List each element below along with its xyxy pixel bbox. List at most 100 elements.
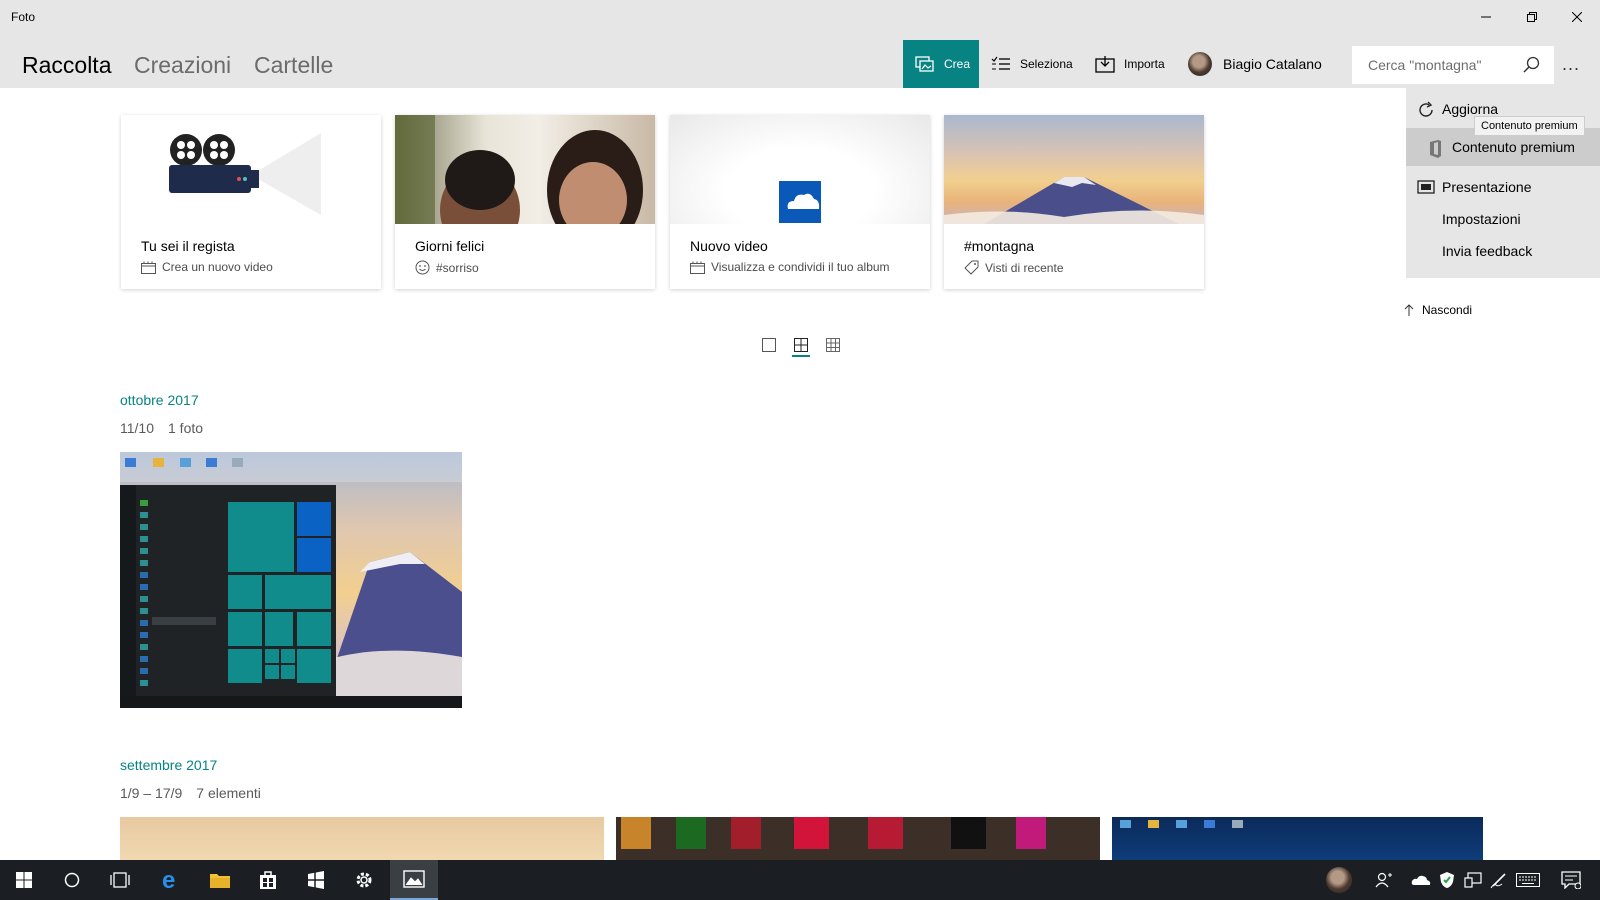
more-options-button[interactable]: ... (1562, 54, 1580, 75)
close-icon (1572, 12, 1582, 22)
menu-item-invia-feedback[interactable]: Invia feedback (1406, 232, 1600, 270)
view-medium-button[interactable] (792, 338, 810, 357)
user-account[interactable]: Biagio Catalano (1188, 40, 1322, 88)
section-month[interactable]: settembre 2017 (120, 757, 217, 773)
minimize-button[interactable] (1463, 0, 1509, 34)
card-subtitle: #sorriso (415, 260, 479, 275)
tag-icon (964, 260, 979, 275)
section-date-info: 1/9 – 17/9 7 elementi (120, 785, 261, 801)
menu-item-label: Presentazione (1442, 179, 1532, 195)
network-tray-button[interactable] (1462, 860, 1484, 900)
slideshow-icon (1417, 180, 1435, 194)
close-button[interactable] (1554, 0, 1600, 34)
menu-item-label: Aggiorna (1442, 101, 1499, 117)
tooltip: Contenuto premium (1474, 116, 1585, 136)
keyboard-tray-button[interactable] (1514, 860, 1542, 900)
people-icon (1375, 872, 1392, 888)
avatar (1326, 867, 1352, 893)
task-view-button[interactable] (96, 860, 144, 900)
minimize-icon (1481, 16, 1491, 18)
taskbar: e (0, 860, 1600, 900)
create-icon (915, 56, 934, 72)
photo-thumbnail[interactable] (120, 817, 604, 860)
app-taskbar-button[interactable] (292, 860, 340, 900)
colored-windows-photo (621, 817, 1046, 849)
import-icon (1095, 56, 1115, 73)
card-image (670, 115, 930, 224)
card-nuovo-video[interactable]: Nuovo video Visualizza e condividi il tu… (670, 115, 930, 289)
view-mode-toggle (762, 338, 840, 357)
store-button[interactable] (244, 860, 292, 900)
crea-button[interactable]: Crea (903, 40, 979, 88)
task-view-icon (110, 872, 130, 888)
view-large-button[interactable] (762, 338, 776, 352)
card-montagna[interactable]: #montagna Visti di recente (944, 115, 1204, 289)
view-small-button[interactable] (826, 338, 840, 352)
defender-tray-button[interactable] (1436, 860, 1458, 900)
photo-thumbnail[interactable] (1112, 817, 1483, 860)
file-explorer-button[interactable] (196, 860, 244, 900)
notification-icon (1561, 871, 1581, 889)
card-title: Nuovo video (690, 238, 768, 254)
app-title: Foto (11, 10, 36, 24)
gear-icon (356, 872, 372, 888)
card-subtitle: Visti di recente (964, 260, 1064, 275)
svg-text:e: e (162, 869, 175, 891)
tab-cartelle[interactable]: Cartelle (254, 52, 333, 79)
search-input[interactable]: Cerca "montagna" (1368, 57, 1481, 73)
office-icon (1430, 140, 1441, 158)
card-subtitle-text: #sorriso (436, 260, 479, 275)
onedrive-tray-button[interactable] (1410, 860, 1432, 900)
section-count: 1 foto (168, 420, 204, 436)
pen-icon (1490, 873, 1506, 889)
projector-illustration (169, 133, 321, 215)
card-title: Giorni felici (415, 238, 485, 254)
people-avatar-button[interactable] (1324, 860, 1354, 900)
search-icon[interactable] (1522, 56, 1540, 74)
action-center-button[interactable] (1556, 860, 1586, 900)
desktop-screenshot (1120, 820, 1243, 828)
section-count: 7 elementi (196, 785, 261, 801)
card-regista[interactable]: Tu sei il regista Crea un nuovo video (121, 115, 381, 289)
importa-button[interactable]: Importa (1095, 40, 1165, 88)
start-button[interactable] (0, 860, 48, 900)
importa-label: Importa (1124, 57, 1165, 71)
photo-thumbnail[interactable] (616, 817, 1100, 860)
arrow-up-icon (1404, 304, 1414, 316)
card-subtitle-text: Visti di recente (985, 260, 1064, 275)
people-photo (395, 115, 643, 224)
card-title: #montagna (964, 238, 1035, 254)
refresh-icon (1419, 101, 1433, 117)
edge-taskbar-button[interactable]: e (147, 860, 195, 900)
cortana-button[interactable] (48, 860, 96, 900)
menu-item-label: Invia feedback (1442, 243, 1533, 259)
menu-item-label: Contenuto premium (1452, 139, 1575, 155)
tab-raccolta[interactable]: Raccolta (22, 52, 111, 79)
restore-button[interactable] (1509, 0, 1555, 34)
search-box[interactable]: Cerca "montagna" (1352, 46, 1554, 84)
pen-tray-button[interactable] (1488, 860, 1510, 900)
grid-3x3-icon (826, 338, 840, 352)
nascondi-button[interactable]: Nascondi (1404, 303, 1472, 317)
section-date-range: 1/9 – 17/9 (120, 785, 183, 801)
tab-creazioni[interactable]: Creazioni (134, 52, 231, 79)
photos-taskbar-button[interactable] (390, 860, 438, 900)
user-name: Biagio Catalano (1223, 56, 1322, 72)
seleziona-label: Seleziona (1020, 57, 1073, 71)
store-icon (260, 871, 276, 889)
seleziona-button[interactable]: Seleziona (991, 40, 1073, 88)
title-bar: Foto (0, 0, 1600, 34)
photo-thumbnail[interactable] (120, 452, 462, 708)
grid-2x2-icon (794, 338, 808, 352)
video-icon (141, 261, 156, 274)
app-header: Raccolta Creazioni Cartelle Crea Selezio… (0, 34, 1600, 88)
select-list-icon (991, 56, 1010, 70)
people-button[interactable] (1372, 860, 1396, 900)
windows-blog-icon (308, 871, 324, 889)
card-giorni-felici[interactable]: Giorni felici #sorriso (395, 115, 655, 289)
mountain-photo (944, 177, 1204, 224)
settings-taskbar-button[interactable] (340, 860, 388, 900)
section-month[interactable]: ottobre 2017 (120, 392, 199, 408)
crea-label: Crea (944, 57, 971, 71)
windows-logo-icon (16, 872, 32, 888)
